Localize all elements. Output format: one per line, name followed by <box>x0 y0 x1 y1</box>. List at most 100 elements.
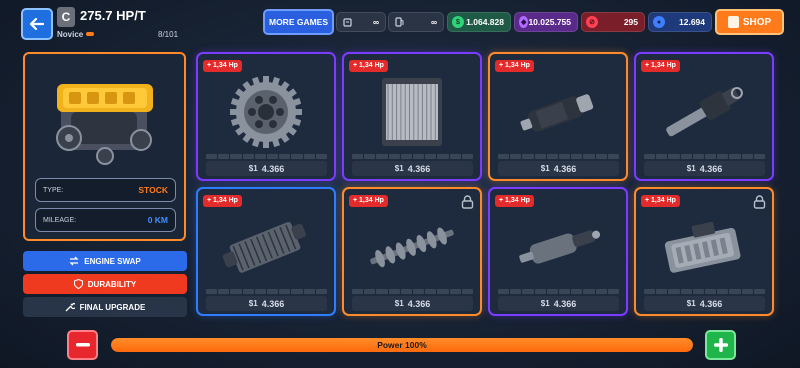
final-upgrade-label: FINAL UPGRADE <box>79 302 146 312</box>
gem-value: 10.025.755 <box>528 17 571 27</box>
engine-swap-button[interactable]: ENGINE SWAP <box>23 251 187 271</box>
price-value: 4.366 <box>407 163 431 174</box>
engine-mileage-row: MILEAGE: 0 KM <box>35 208 176 232</box>
buy-upgrade-button[interactable]: $1 4.366 <box>352 161 473 176</box>
part-card-ecu[interactable]: + 1,34 Hp $1 4.366 <box>634 187 774 316</box>
hp-bonus-badge: + 1,34 Hp <box>203 60 242 72</box>
shield-icon <box>73 279 83 289</box>
shop-bag-icon <box>727 16 739 28</box>
upgrade-progress <box>206 289 328 294</box>
final-upgrade-button[interactable]: FINAL UPGRADE <box>23 297 187 317</box>
plus-button[interactable] <box>705 330 736 360</box>
cash-value: 1.064.828 <box>466 17 504 27</box>
price-value: 4.366 <box>699 298 723 309</box>
shop-button[interactable]: SHOP <box>715 9 784 35</box>
part-card-injector[interactable]: + 1,34 Hp $1 4.366 <box>634 52 774 181</box>
shop-label: SHOP <box>742 16 772 28</box>
gem-currency[interactable]: ◆ 10.025.755 <box>514 12 578 32</box>
mileage-value: 0 KM <box>147 215 168 225</box>
more-games-button[interactable]: MORE GAMES <box>263 9 334 35</box>
part-card-intercooler[interactable]: + 1,34 Hp $1 4.366 <box>196 187 336 316</box>
token-currency[interactable]: ● 12.694 <box>648 12 712 32</box>
mileage-label: MILEAGE: <box>43 216 77 224</box>
minus-icon <box>75 343 90 347</box>
price-value: 4.366 <box>261 298 285 309</box>
fuel-currency[interactable]: ∞ <box>336 12 386 32</box>
fuel-value: ∞ <box>372 17 379 27</box>
durability-button[interactable]: DURABILITY <box>23 274 187 294</box>
hp-bonus-badge: + 1,34 Hp <box>349 60 388 72</box>
class-badge: C <box>57 7 75 27</box>
part-card-filter[interactable]: + 1,34 Hp $1 4.366 <box>488 187 628 316</box>
rank-progress-bar <box>86 32 94 36</box>
hp-bonus-badge: + 1,34 Hp <box>495 60 534 72</box>
engine-swap-label: ENGINE SWAP <box>84 256 141 266</box>
fuel-can-icon <box>341 16 353 28</box>
power-bar: Power 100% <box>111 338 693 352</box>
coin-icon: $1 <box>248 164 258 173</box>
progress-counter: 8/101 <box>158 30 179 39</box>
durability-label: DURABILITY <box>87 279 137 289</box>
intercooler-image <box>208 207 324 287</box>
engine-image <box>56 84 153 165</box>
coin-icon: $1 <box>248 299 258 308</box>
ticket-value: 295 <box>623 17 638 27</box>
gear-image <box>208 72 324 152</box>
buy-upgrade-button[interactable]: $1 4.366 <box>206 161 327 176</box>
price-value: 4.366 <box>699 163 723 174</box>
injector-image <box>646 72 762 152</box>
ecu-image <box>646 207 762 287</box>
plus-icon <box>713 338 728 352</box>
gas-currency[interactable]: ∞ <box>388 12 444 32</box>
upgrade-progress <box>206 154 328 159</box>
coin-icon: $1 <box>686 299 696 308</box>
filter-image <box>500 207 616 287</box>
type-label: TYPE: <box>43 186 64 194</box>
part-card-gear[interactable]: + 1,34 Hp $1 4.366 <box>196 52 336 181</box>
upgrade-progress <box>352 154 474 159</box>
camshaft-image <box>354 207 470 287</box>
ticket-currency[interactable]: ⊘ 295 <box>581 12 645 32</box>
gas-pump-icon <box>393 16 405 28</box>
arrow-left-icon <box>30 18 44 30</box>
token-icon: ● <box>653 16 665 28</box>
upgrade-progress <box>498 289 620 294</box>
fuel-pump-image <box>500 72 616 152</box>
swap-icon <box>69 256 79 266</box>
buy-upgrade-button[interactable]: $1 4.366 <box>644 296 765 311</box>
engine-type-row: TYPE: STOCK <box>35 178 176 202</box>
hp-bonus-badge: + 1,34 Hp <box>349 195 388 207</box>
token-value: 12.694 <box>679 17 705 27</box>
buy-upgrade-button[interactable]: $1 4.366 <box>498 161 619 176</box>
part-card-fuel-pump[interactable]: + 1,34 Hp $1 4.366 <box>488 52 628 181</box>
hp-bonus-badge: + 1,34 Hp <box>641 195 680 207</box>
price-value: 4.366 <box>261 163 285 174</box>
part-card-camshaft[interactable]: + 1,34 Hp $1 4.366 <box>342 187 482 316</box>
hp-per-ton: 275.7 HP/T <box>80 8 146 23</box>
cash-currency[interactable]: $ 1.064.828 <box>447 12 511 32</box>
coin-icon: $1 <box>394 299 404 308</box>
price-value: 4.366 <box>553 298 577 309</box>
wrench-icon <box>65 302 75 312</box>
type-value: STOCK <box>138 185 168 195</box>
radiator-image <box>354 72 470 152</box>
price-value: 4.366 <box>407 298 431 309</box>
coin-icon: $1 <box>686 164 696 173</box>
back-button[interactable] <box>21 8 53 40</box>
upgrade-progress <box>498 154 620 159</box>
upgrade-progress <box>352 289 474 294</box>
coin-icon: $1 <box>540 164 550 173</box>
hp-bonus-badge: + 1,34 Hp <box>203 195 242 207</box>
buy-upgrade-button[interactable]: $1 4.366 <box>206 296 327 311</box>
part-card-radiator[interactable]: + 1,34 Hp $1 4.366 <box>342 52 482 181</box>
upgrade-progress <box>644 289 766 294</box>
buy-upgrade-button[interactable]: $1 4.366 <box>498 296 619 311</box>
hp-bonus-badge: + 1,34 Hp <box>495 195 534 207</box>
minus-button[interactable] <box>67 330 98 360</box>
gas-value: ∞ <box>430 17 437 27</box>
coin-icon: $1 <box>394 164 404 173</box>
price-value: 4.366 <box>553 163 577 174</box>
upgrade-progress <box>644 154 766 159</box>
buy-upgrade-button[interactable]: $1 4.366 <box>352 296 473 311</box>
buy-upgrade-button[interactable]: $1 4.366 <box>644 161 765 176</box>
